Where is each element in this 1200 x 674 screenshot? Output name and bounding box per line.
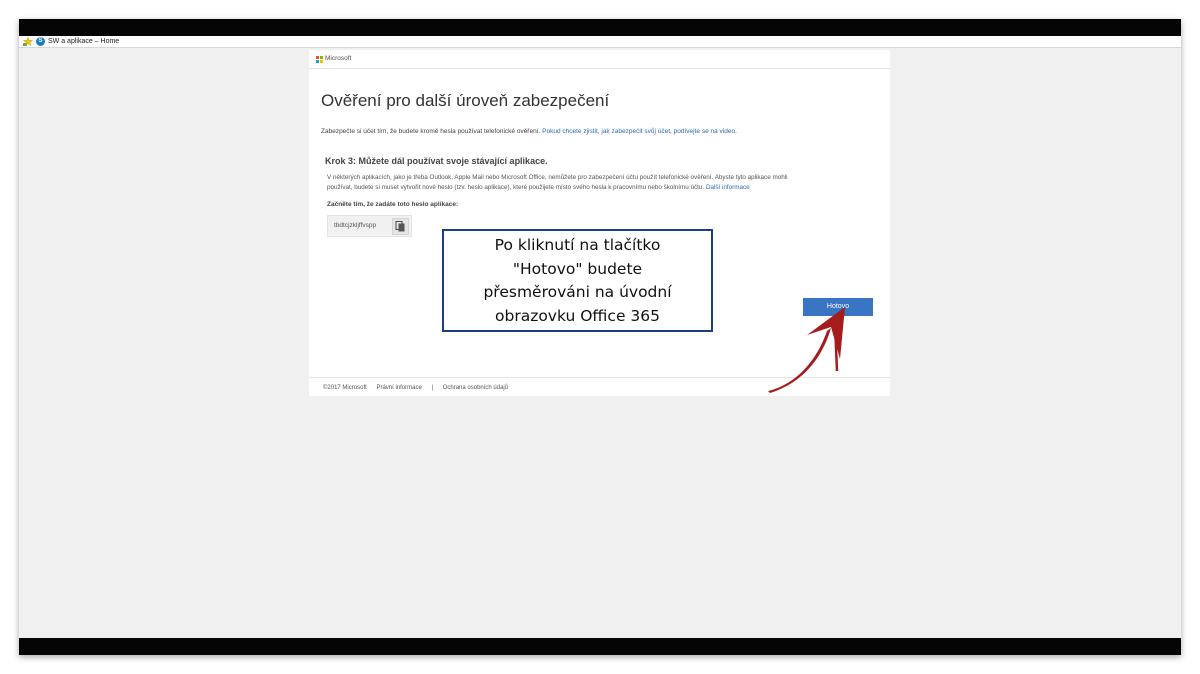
- annotation-callout: Po kliknutí na tlačítko "Hotovo" budete …: [442, 229, 713, 332]
- step-description-line: používat, budete si muset vytvořit nové …: [327, 183, 706, 191]
- top-black-bar: [19, 19, 1181, 36]
- brand-name: Microsoft: [325, 55, 352, 62]
- footer-separator: |: [431, 385, 434, 391]
- add-favorite-star-icon[interactable]: [23, 37, 33, 46]
- page-title: Ověření pro další úroveň zabezpečení: [321, 91, 610, 110]
- privacy-link[interactable]: Ochrana osobních údajů: [443, 385, 508, 391]
- copy-button[interactable]: [392, 218, 409, 235]
- step-description: V některých aplikacích, jako je třeba Ou…: [327, 173, 882, 192]
- legal-link[interactable]: Právní informace: [376, 385, 421, 391]
- page-header: Microsoft: [309, 50, 890, 69]
- callout-line: "Hotovo" budete: [512, 259, 643, 278]
- callout-line: Po kliknutí na tlačítko: [494, 236, 661, 254]
- step-description-line: V některých aplikacích, jako je třeba Ou…: [327, 174, 788, 181]
- favorites-bar: S SW a aplikace – Home: [19, 36, 1181, 48]
- annotation-arrow-icon: [768, 307, 845, 393]
- app-password-value: tbdtcjzkljffvspp: [334, 222, 377, 229]
- bottom-black-bar: [19, 638, 1181, 655]
- app-password-field[interactable]: tbdtcjzkljffvspp: [327, 215, 412, 237]
- more-info-link[interactable]: Další informace: [706, 184, 750, 191]
- favorite-link[interactable]: SW a aplikace – Home: [48, 36, 119, 47]
- callout-line: přesměrováni na úvodní: [483, 283, 672, 301]
- video-link[interactable]: Pokud chcete zjistit, jak zabezpečit svů…: [542, 128, 737, 135]
- footer-links: ©2017 Microsoft Právní informace | Ochra…: [323, 383, 516, 393]
- microsoft-logo-icon: [316, 56, 323, 63]
- copyright: ©2017 Microsoft: [323, 385, 367, 391]
- app-password-label: Začněte tím, že zadáte toto heslo aplika…: [327, 201, 459, 208]
- intro-text-body: Zabezpečte si účet tím, že budete kromě …: [321, 128, 543, 135]
- sharepoint-icon: S: [36, 37, 45, 46]
- step-title: Krok 3: Můžete dál používat svoje stávaj…: [325, 156, 548, 166]
- screenshot-frame: S SW a aplikace – Home Microsoft Ověření…: [19, 19, 1181, 655]
- copy-icon: [395, 220, 405, 232]
- intro-text: Zabezpečte si účet tím, že budete kromě …: [321, 127, 737, 137]
- callout-line: obrazovku Office 365: [495, 306, 660, 325]
